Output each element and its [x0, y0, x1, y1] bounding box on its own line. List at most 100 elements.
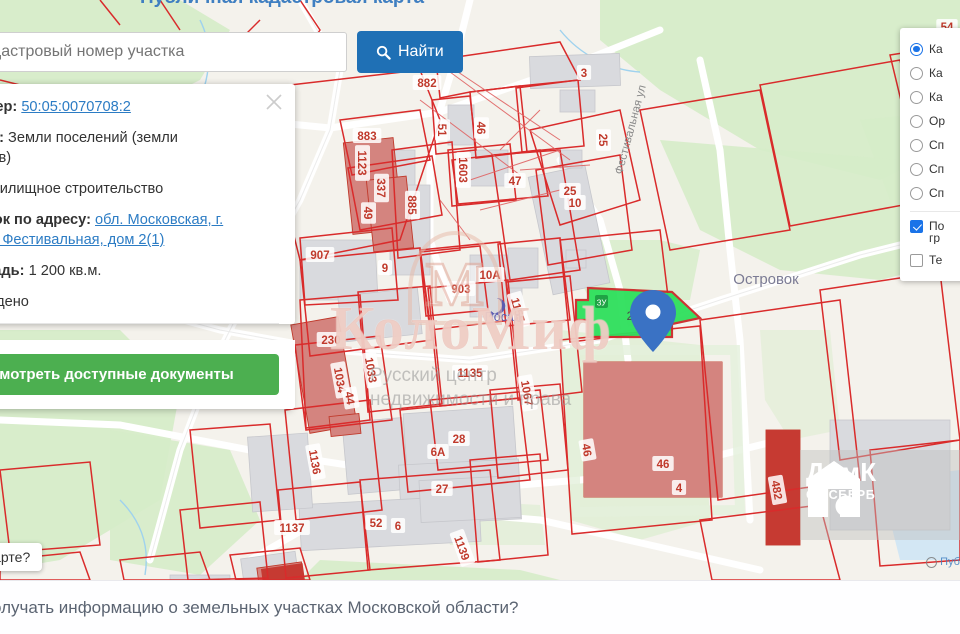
- search-bar: Найти: [0, 31, 463, 73]
- address-row: участок по адресу: обл. Московская, г. а…: [0, 210, 279, 250]
- svg-text:46: 46: [657, 459, 670, 471]
- svg-text:6А: 6А: [431, 447, 446, 459]
- parcel-number-label: 337: [374, 173, 389, 203]
- cadastral-number-row: й номер: 50:05:0070708:2: [0, 97, 279, 117]
- parcel-number-label: 51: [435, 119, 450, 141]
- radio-icon[interactable]: [910, 42, 923, 56]
- checkbox-icon[interactable]: [910, 220, 923, 233]
- svg-text:1603: 1603: [456, 157, 468, 183]
- svg-text:ЗУ: ЗУ: [597, 299, 608, 308]
- parcel-number-label: 46: [652, 456, 674, 471]
- layer-option-label: Ка: [929, 42, 943, 56]
- cadastral-number-label: й номер:: [0, 99, 18, 115]
- area-value: 1 200 кв.м.: [28, 263, 102, 279]
- parcel-number-label: 6А: [427, 444, 449, 459]
- parcel-number-label: 28: [448, 431, 470, 446]
- svg-text:337: 337: [374, 178, 386, 197]
- svg-text:М: М: [426, 251, 485, 319]
- svg-text:28: 28: [453, 434, 466, 446]
- layer-option-label: Сп: [929, 138, 945, 152]
- land-category-value: Земли поселений (земли: [8, 130, 178, 146]
- search-button-label: Найти: [398, 43, 444, 60]
- svg-text:10: 10: [569, 198, 582, 210]
- land-category-value-2: пунктов): [0, 150, 12, 166]
- parcel-number-label: 46: [474, 117, 489, 139]
- layer-option-0[interactable]: Ка: [910, 37, 960, 61]
- svg-text:25: 25: [596, 134, 608, 147]
- svg-text:6: 6: [395, 521, 401, 533]
- layer-option-5[interactable]: Сп: [910, 157, 960, 181]
- svg-text:27: 27: [436, 484, 449, 496]
- bottom-question-text: олучать информацию о земельных участках …: [0, 597, 519, 617]
- layer-checkbox-label: По гр: [929, 220, 945, 244]
- close-icon[interactable]: [264, 92, 284, 112]
- layer-checkbox-label: Те: [929, 253, 943, 267]
- map-hint-tooltip[interactable]: ом на карте?: [0, 543, 43, 571]
- attribution-text: Пуб: [940, 556, 960, 568]
- parcel-number-label: 10: [564, 195, 586, 210]
- radio-icon[interactable]: [910, 162, 923, 176]
- parcel-number-label: 883: [352, 128, 382, 143]
- globe-icon: [926, 556, 938, 568]
- checkbox-icon[interactable]: [910, 253, 923, 267]
- radio-icon[interactable]: [910, 138, 923, 152]
- domklik-watermark: ДомК ОТ СБЕРБ: [806, 459, 876, 517]
- layer-option-label: Ка: [929, 90, 943, 104]
- land-category-label: емель:: [0, 130, 4, 146]
- parcel-number-label: 3: [576, 65, 592, 80]
- docs-button-holder: мотреть доступные документы: [0, 340, 295, 409]
- svg-text:907: 907: [310, 250, 329, 262]
- area-label: площадь:: [0, 263, 25, 279]
- search-input[interactable]: [0, 32, 347, 72]
- parcel-number-label: 230: [316, 332, 346, 347]
- layer-panel-divider: [910, 211, 960, 212]
- layer-option-3[interactable]: Ор: [910, 109, 960, 133]
- radio-icon[interactable]: [910, 90, 923, 104]
- parcel-number-label: 4: [671, 480, 687, 495]
- address-value-line2[interactable]: ад, ул. Фестивальная, дом 2(1): [0, 232, 164, 248]
- layer-option-1[interactable]: Ка: [910, 61, 960, 85]
- layer-checkbox-1[interactable]: Те: [910, 248, 960, 272]
- parcel-number-label: 1137: [274, 520, 310, 535]
- layer-options-panel: Ка Ка Ка Ор Сп Сп Сп По гр Те: [900, 28, 960, 281]
- parcel-number-label: 885: [405, 190, 420, 220]
- cadastral-number-value[interactable]: 50:05:0070708:2: [21, 99, 131, 115]
- svg-text:3: 3: [581, 68, 587, 80]
- cadastral-map-page: 882 883 1123 337 49 885 907 9 51 46 1603 47 3 25 25 10 9…: [0, 0, 960, 634]
- popup-divider: [0, 323, 279, 324]
- layer-option-4[interactable]: Сп: [910, 133, 960, 157]
- layer-checkbox-0[interactable]: По гр: [910, 218, 960, 248]
- layer-option-label: Сп: [929, 162, 945, 176]
- parcel-number-label: 47: [504, 173, 526, 188]
- layer-option-6[interactable]: Сп: [910, 181, 960, 205]
- land-category-row: емель: Земли поселений (земли пунктов): [0, 128, 279, 168]
- parcel-number-label: 52: [365, 515, 387, 530]
- svg-text:52: 52: [370, 518, 383, 530]
- svg-text:1137: 1137: [280, 523, 305, 535]
- parcel-number-label: 27: [431, 481, 453, 496]
- view-documents-button[interactable]: мотреть доступные документы: [0, 354, 279, 395]
- svg-text:882: 882: [417, 78, 436, 90]
- svg-text:1123: 1123: [355, 151, 367, 176]
- svg-text:49: 49: [361, 207, 373, 220]
- layer-option-2[interactable]: Ка: [910, 85, 960, 109]
- map-attribution[interactable]: Пуб: [926, 556, 960, 568]
- parcel-number-label: 1603: [456, 152, 471, 188]
- svg-text:9: 9: [382, 263, 388, 275]
- svg-text:4: 4: [676, 483, 683, 495]
- address-value-line1[interactable]: обл. Московская, г.: [95, 212, 223, 228]
- parcel-number-label: 882: [412, 75, 442, 90]
- bottom-info-bar: олучать информацию о земельных участках …: [0, 580, 960, 634]
- permitted-use-row: ьное жилищное строительство: [0, 181, 164, 197]
- svg-text:1135: 1135: [458, 368, 484, 380]
- parcel-number-label: 6: [390, 518, 406, 533]
- svg-text:46: 46: [579, 443, 593, 458]
- layer-option-label: Сп: [929, 186, 945, 200]
- parcel-number-label: 1135: [452, 365, 488, 380]
- radio-icon[interactable]: [910, 114, 923, 128]
- radio-icon[interactable]: [910, 66, 923, 80]
- search-button[interactable]: Найти: [357, 31, 463, 73]
- radio-icon[interactable]: [910, 186, 923, 200]
- svg-text:885: 885: [405, 195, 417, 215]
- status-value: Проведено: [0, 294, 29, 310]
